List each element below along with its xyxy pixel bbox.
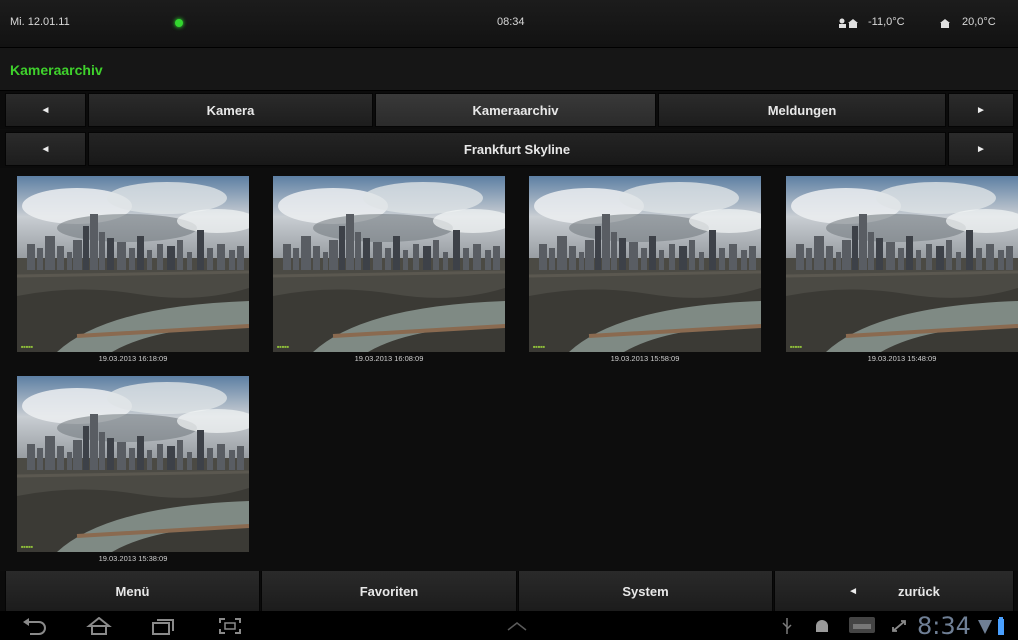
wifi-signal-icon [978, 620, 992, 634]
indoor-temperature: 20,0°C [962, 16, 996, 28]
camera-name-field[interactable]: Frankfurt Skyline [88, 132, 946, 166]
thumbnail-timestamp: 19.03.2013 16:18:09 [98, 354, 168, 363]
tab-label: Kameraarchiv [472, 102, 559, 118]
home-icon[interactable] [86, 617, 112, 635]
page-title: Kameraarchiv [10, 62, 103, 78]
tab-label: Meldungen [767, 102, 837, 118]
thumbnail-timestamp: 19.03.2013 15:38:09 [98, 554, 168, 563]
system-clock: 8:34 [917, 612, 971, 640]
battery-icon [998, 617, 1004, 635]
tab-bar: ◄ Kamera Kameraarchiv Meldungen ► [0, 91, 1018, 129]
triangle-left-icon: ◄ [848, 585, 858, 597]
menu-button[interactable]: Menü [5, 571, 260, 611]
archive-thumbnail[interactable]: ■■■■■ 19.03.2013 16:18:09 [17, 176, 249, 371]
thumbnail-timestamp: 19.03.2013 15:48:09 [867, 354, 937, 363]
outdoor-temperature: -11,0°C [868, 16, 905, 28]
recent-apps-icon[interactable] [150, 617, 176, 635]
sim-card-icon [849, 617, 875, 633]
bottom-menu: Menü Favoriten System ◄ zurück [0, 571, 1018, 611]
android-system-bar: 8:34 [0, 611, 1018, 640]
camera-watermark-logo: ■■■■■ [21, 344, 34, 349]
status-date: Mi. 12.01.11 [10, 16, 70, 28]
camera-watermark-logo: ■■■■■ [533, 344, 546, 349]
outdoor-house-icon [839, 18, 858, 28]
archive-thumbnail[interactable]: ■■■■■ 19.03.2013 15:58:09 [529, 176, 761, 371]
tab-kameraarchiv[interactable]: Kameraarchiv [375, 93, 656, 127]
status-bar: Mi. 12.01.11 08:34 -11,0°C 20,0°C [0, 0, 1018, 48]
triangle-right-icon: ► [976, 104, 986, 116]
menu-button-label: Menü [115, 583, 150, 599]
chevron-up-icon[interactable] [506, 621, 528, 631]
indoor-house-icon [940, 19, 950, 28]
thumbnail-timestamp: 19.03.2013 15:58:09 [610, 354, 680, 363]
camera-selector-bar: ◄ Frankfurt Skyline ► [0, 130, 1018, 168]
system-button-label: System [622, 583, 669, 599]
camera-watermark-logo: ■■■■■ [21, 544, 34, 549]
tab-label: Kamera [206, 102, 255, 118]
skyline-photo [529, 176, 761, 352]
archive-thumbnail[interactable]: ■■■■■ 19.03.2013 16:08:09 [273, 176, 505, 371]
camera-watermark-logo: ■■■■■ [277, 344, 290, 349]
triangle-left-icon: ◄ [40, 104, 51, 116]
camera-name: Frankfurt Skyline [463, 141, 571, 157]
status-time: 08:34 [497, 16, 525, 28]
screenshot-icon[interactable] [217, 617, 243, 635]
sync-icon [892, 620, 906, 632]
skyline-photo [17, 376, 249, 552]
triangle-right-icon: ► [976, 143, 986, 155]
archive-grid: ■■■■■ 19.03.2013 16:18:09 ■■■■■ 19.03.2013… [0, 169, 1018, 571]
system-button[interactable]: System [518, 571, 773, 611]
triangle-left-icon: ◄ [40, 143, 51, 155]
tab-prev-button[interactable]: ◄ [5, 93, 86, 127]
favorites-button-label: Favoriten [359, 583, 419, 599]
page-header: Kameraarchiv [0, 48, 1018, 91]
tab-meldungen[interactable]: Meldungen [658, 93, 946, 127]
back-button[interactable]: ◄ zurück [774, 571, 1014, 611]
camera-watermark-logo: ■■■■■ [790, 344, 803, 349]
android-debug-icon [816, 620, 828, 632]
archive-thumbnail[interactable]: ■■■■■ 19.03.2013 15:48:09 [786, 176, 1018, 371]
archive-thumbnail[interactable]: ■■■■■ 19.03.2013 15:38:09 [17, 376, 249, 571]
tab-kamera[interactable]: Kamera [88, 93, 373, 127]
back-button-label: zurück [898, 583, 940, 599]
tab-next-button[interactable]: ► [948, 93, 1014, 127]
usb-icon [782, 618, 792, 634]
thumbnail-timestamp: 19.03.2013 16:08:09 [354, 354, 424, 363]
favorites-button[interactable]: Favoriten [261, 571, 517, 611]
skyline-photo [786, 176, 1018, 352]
skyline-photo [17, 176, 249, 352]
camera-prev-button[interactable]: ◄ [5, 132, 86, 166]
back-arrow-icon[interactable] [22, 617, 48, 635]
online-indicator-icon [175, 19, 183, 27]
skyline-photo [273, 176, 505, 352]
camera-next-button[interactable]: ► [948, 132, 1014, 166]
